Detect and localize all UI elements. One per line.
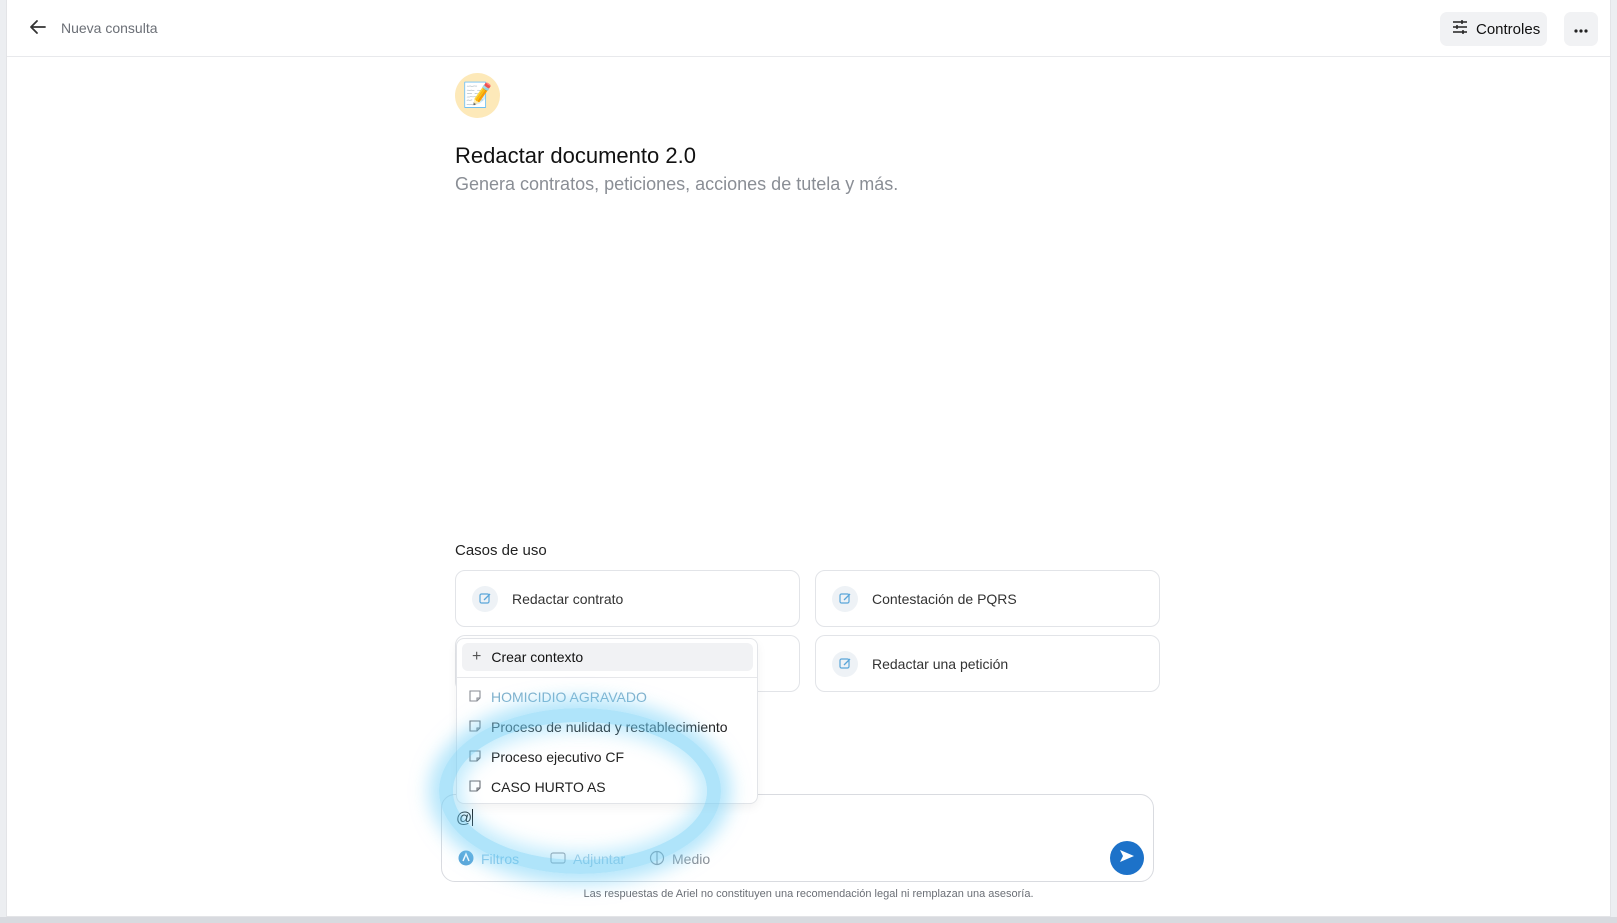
mode-icon	[649, 850, 665, 869]
sliders-icon	[1452, 20, 1468, 38]
attach-label: Adjuntar	[573, 851, 626, 867]
attach-button[interactable]: Adjuntar	[550, 848, 625, 870]
context-option[interactable]: Proceso de nulidad y restablecimiento	[469, 716, 728, 738]
context-option[interactable]: Proceso ejecutivo CF	[469, 746, 624, 768]
use-case-label: Contestación de PQRS	[872, 590, 1017, 607]
message-input[interactable]: @	[456, 809, 474, 828]
create-context-label: Crear contexto	[491, 649, 584, 665]
message-input-value: @	[456, 810, 473, 827]
context-option-label: Proceso ejecutivo CF	[491, 749, 625, 765]
top-bar: Nueva consulta Controles	[7, 0, 1610, 57]
use-case-label: Redactar contrato	[512, 590, 624, 607]
plus-icon: +	[472, 648, 482, 665]
context-option-label: Proceso de nulidad y restablecimiento	[491, 719, 728, 735]
use-case-card[interactable]: Contestación de PQRS	[815, 570, 1160, 627]
filters-label: Filtros	[481, 851, 520, 867]
arrow-left-icon	[29, 19, 47, 40]
filters-button[interactable]: Filtros	[458, 848, 519, 870]
app-window: Nueva consulta Controles 📝 Redactar docu…	[6, 0, 1611, 917]
attach-icon	[550, 851, 566, 868]
context-option-label: HOMICIDIO AGRAVADO	[491, 689, 647, 705]
page-title: Nueva consulta	[61, 20, 158, 36]
text-caret	[472, 809, 474, 826]
context-dropdown: + Crear contexto HOMICIDIO AGRAVADO Proc…	[456, 638, 758, 804]
use-case-card[interactable]: Redactar una petición	[815, 635, 1160, 692]
note-icon	[469, 719, 481, 735]
context-option[interactable]: CASO HURTO AS	[469, 776, 606, 798]
edit-icon	[472, 585, 498, 612]
create-context-option[interactable]: + Crear contexto	[462, 643, 753, 671]
note-icon	[469, 749, 481, 765]
note-icon	[469, 689, 481, 705]
send-icon	[1119, 849, 1135, 868]
ellipsis-icon	[1574, 20, 1588, 38]
memo-emoji-icon: 📝	[455, 73, 500, 118]
use-cases-heading: Casos de uso	[455, 542, 547, 559]
divider	[457, 677, 757, 678]
edit-icon	[832, 585, 858, 612]
edit-icon	[832, 650, 858, 677]
medium-label: Medio	[672, 851, 711, 867]
more-options-button[interactable]	[1564, 12, 1598, 46]
use-case-card[interactable]: Redactar contrato	[455, 570, 800, 627]
filters-icon	[458, 850, 474, 869]
context-option[interactable]: HOMICIDIO AGRAVADO	[469, 686, 647, 708]
use-case-label: Redactar una petición	[872, 655, 1009, 672]
tool-subtitle: Genera contratos, peticiones, acciones d…	[455, 174, 899, 194]
note-icon	[469, 779, 481, 795]
context-option-label: CASO HURTO AS	[491, 779, 606, 795]
disclaimer-text: Las respuestas de Ariel no constituyen u…	[583, 888, 1034, 900]
tool-title: Redactar documento 2.0	[455, 143, 696, 168]
back-button[interactable]	[25, 17, 51, 41]
message-composer[interactable]: @ Filtros Adjuntar Medio	[441, 794, 1154, 882]
controls-button[interactable]: Controles	[1440, 12, 1547, 46]
bottom-edge	[0, 917, 1617, 923]
controls-label: Controles	[1476, 20, 1541, 38]
medium-button[interactable]: Medio	[649, 848, 710, 870]
send-button[interactable]	[1110, 841, 1144, 875]
